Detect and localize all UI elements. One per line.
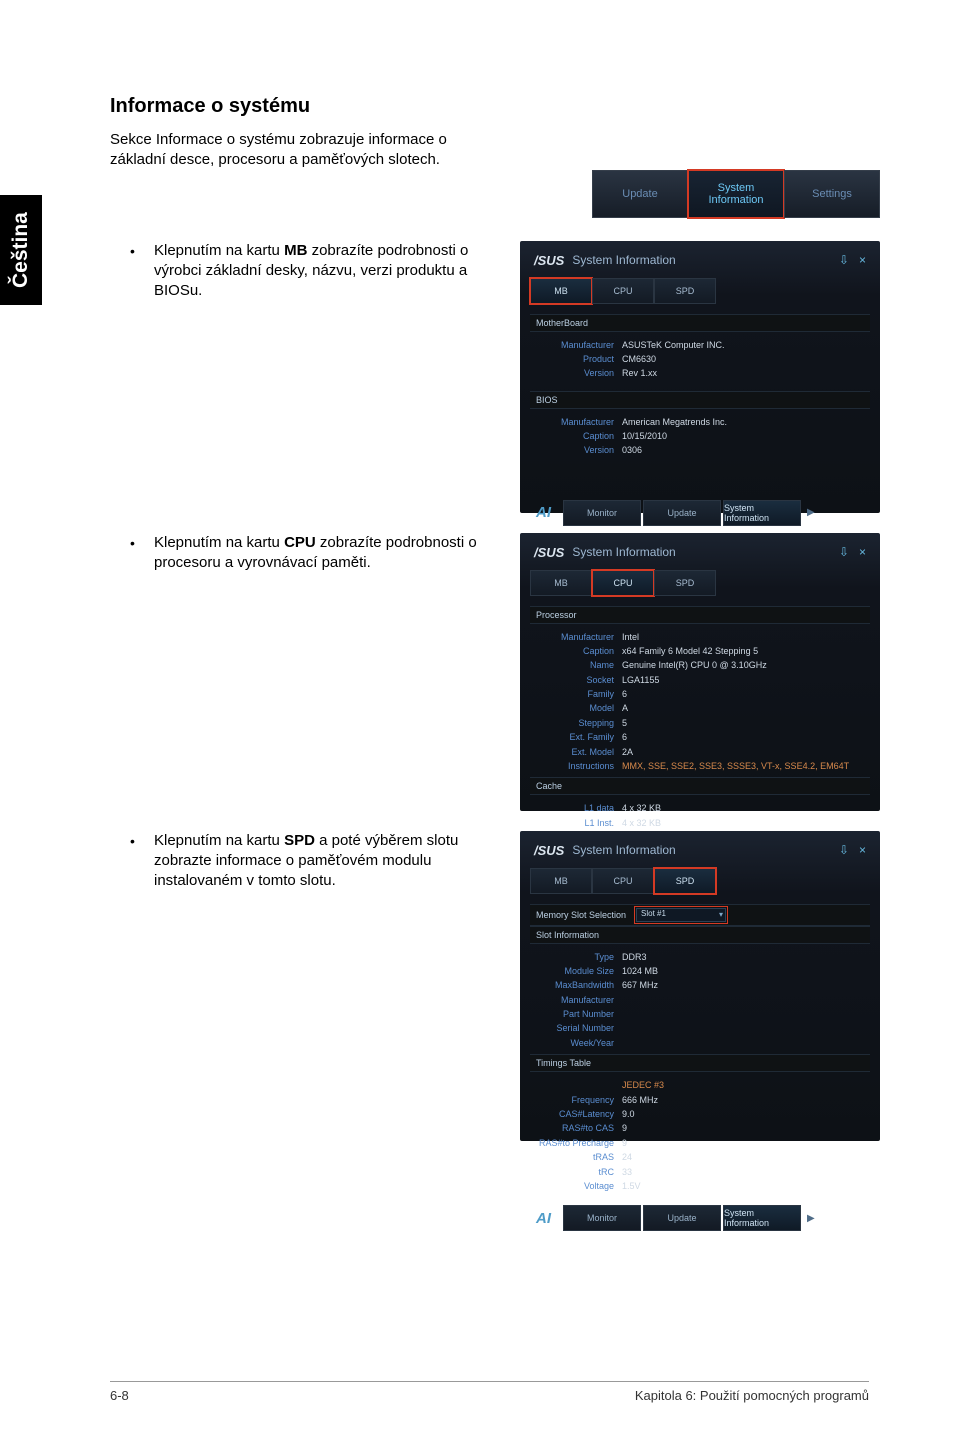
page-number: 6-8	[110, 1388, 129, 1403]
asus-logo: /SUS	[534, 253, 564, 268]
bullet-cpu: Klepnutím na kartu CPU zobrazíte podrobn…	[154, 533, 490, 574]
footer-sysinfo[interactable]: System Information	[723, 500, 801, 526]
band-timings: Timings Table	[530, 1054, 870, 1072]
bullet-dot: •	[130, 535, 142, 551]
bullet-dot: •	[130, 833, 142, 849]
footer-monitor[interactable]: Monitor	[563, 1205, 641, 1231]
bullet-dot: •	[130, 243, 142, 259]
memory-slot-selection: Memory Slot Selection Slot #1 ▾	[530, 904, 870, 926]
subtab-spd[interactable]: SPD	[654, 868, 716, 894]
band-processor: Processor	[530, 606, 870, 624]
screenshot-spd: /SUS System Information ⇩ × MB CPU SPD M…	[520, 831, 880, 1141]
slot-dropdown[interactable]: Slot #1 ▾	[636, 908, 726, 922]
window-title: System Information	[572, 843, 675, 857]
arrow-right-icon[interactable]: ▶	[807, 1213, 815, 1224]
bullet-spd: Klepnutím na kartu SPD a poté výběrem sl…	[154, 831, 490, 892]
band-cache: Cache	[530, 777, 870, 795]
pin-icon[interactable]: ⇩	[839, 545, 849, 559]
page-footer: 6-8 Kapitola 6: Použití pomocných progra…	[110, 1381, 869, 1403]
subtab-spd[interactable]: SPD	[654, 570, 716, 596]
close-icon[interactable]: ×	[859, 253, 866, 267]
top-tabs: Update System Information Settings	[592, 170, 880, 218]
footer-sysinfo[interactable]: System Information	[723, 1205, 801, 1231]
bullet-mb: Klepnutím na kartu MB zobrazíte podrobno…	[154, 241, 490, 302]
subtab-spd[interactable]: SPD	[654, 278, 716, 304]
band-bios: BIOS	[530, 391, 870, 409]
subtab-cpu[interactable]: CPU	[592, 278, 654, 304]
screenshot-cpu: /SUS System Information ⇩ × MB CPU SPD P…	[520, 533, 880, 811]
close-icon[interactable]: ×	[859, 545, 866, 559]
intro-text: Sekce Informace o systému zobrazuje info…	[110, 130, 480, 171]
window-title: System Information	[572, 545, 675, 559]
asus-logo: /SUS	[534, 545, 564, 560]
chevron-down-icon: ▾	[719, 910, 723, 919]
subtab-mb[interactable]: MB	[530, 278, 592, 304]
chapter-label: Kapitola 6: Použití pomocných programů	[635, 1388, 869, 1403]
ai-logo: AI	[530, 1210, 557, 1227]
page-content: Informace o systému Sekce Informace o sy…	[110, 95, 880, 1141]
tab-system-information[interactable]: System Information	[688, 170, 784, 218]
subtab-mb[interactable]: MB	[530, 868, 592, 894]
ai-logo: AI	[530, 504, 557, 521]
footer-update[interactable]: Update	[643, 1205, 721, 1231]
pin-icon[interactable]: ⇩	[839, 843, 849, 857]
arrow-right-icon[interactable]: ▶	[807, 507, 815, 518]
subtab-cpu[interactable]: CPU	[592, 570, 654, 596]
page-heading: Informace o systému	[110, 95, 880, 118]
band-motherboard: MotherBoard	[530, 314, 870, 332]
close-icon[interactable]: ×	[859, 843, 866, 857]
window-title: System Information	[572, 253, 675, 267]
footer-monitor[interactable]: Monitor	[563, 500, 641, 526]
language-tab: Čeština	[0, 195, 42, 305]
asus-logo: /SUS	[534, 843, 564, 858]
subtab-mb[interactable]: MB	[530, 570, 592, 596]
tab-update[interactable]: Update	[592, 170, 688, 218]
screenshot-mb: /SUS System Information ⇩ × MB CPU SPD M…	[520, 241, 880, 513]
subtab-cpu[interactable]: CPU	[592, 868, 654, 894]
pin-icon[interactable]: ⇩	[839, 253, 849, 267]
band-slot-info: Slot Information	[530, 926, 870, 944]
tab-settings[interactable]: Settings	[784, 170, 880, 218]
footer-update[interactable]: Update	[643, 500, 721, 526]
